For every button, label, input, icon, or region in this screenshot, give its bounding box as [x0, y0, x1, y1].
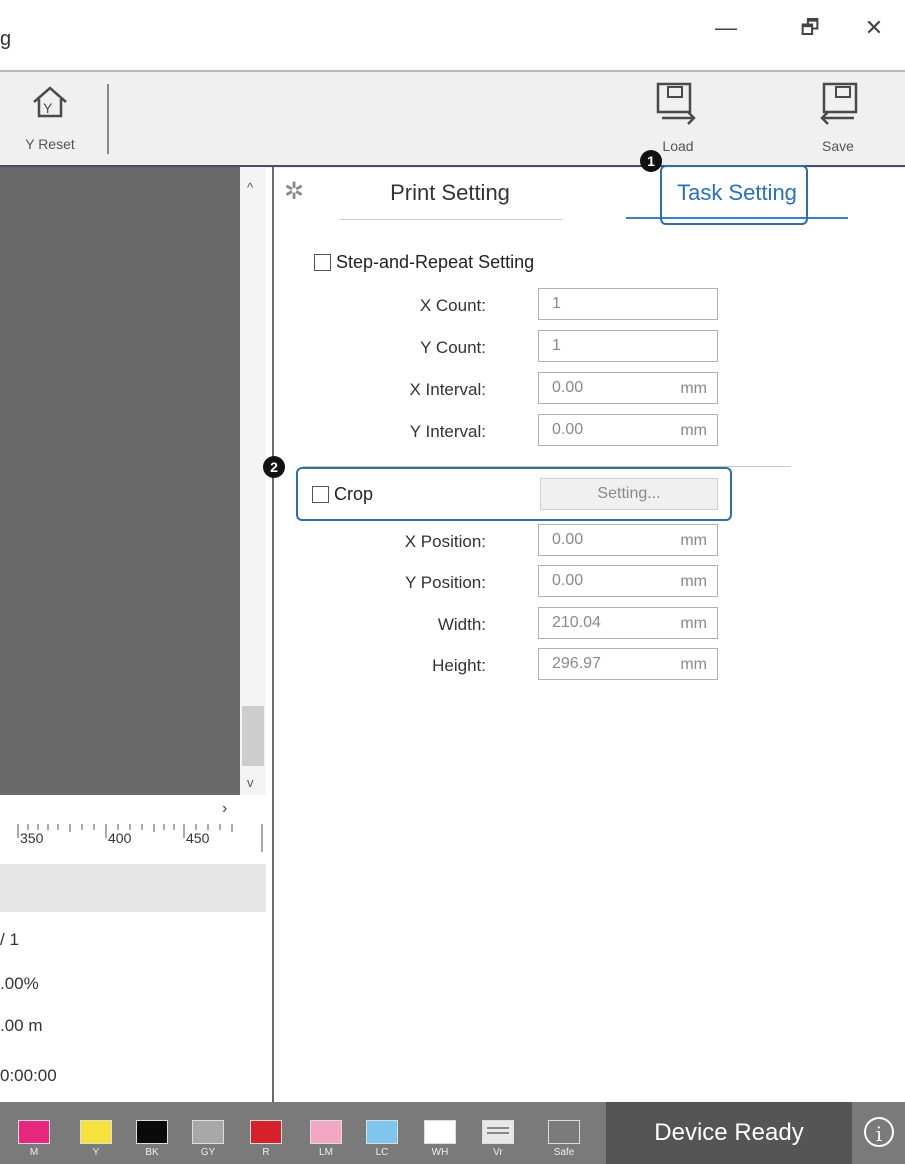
x-interval-label: X Interval: [409, 380, 486, 399]
ink-label-gy: GY [200, 1147, 216, 1158]
x-count-label: X Count: [419, 296, 486, 315]
save-icon [820, 82, 858, 125]
toolbar-separator [107, 84, 109, 154]
ink-swatch-vr [482, 1120, 514, 1144]
unit-label: mm [680, 532, 707, 549]
title-bar [0, 0, 905, 70]
minimize-icon[interactable]: — [706, 10, 746, 46]
x-position-input[interactable]: 0.00 mm [538, 524, 718, 556]
y-count-label: Y Count: [420, 338, 486, 357]
width-value: 210.04 [552, 614, 601, 631]
ink-swatch-lm [310, 1120, 342, 1144]
height-value: 296.97 [552, 655, 601, 672]
height-label: Height: [432, 656, 486, 675]
ink-swatch-bk [136, 1120, 168, 1144]
ink-swatch-m [18, 1120, 50, 1144]
print-length: .00 m [0, 1016, 43, 1035]
width-input[interactable]: 210.04 mm [538, 607, 718, 639]
scroll-up-icon[interactable]: ^ [247, 180, 253, 195]
y-reset-label: Y Reset [25, 136, 75, 152]
toolbar [0, 70, 905, 168]
y-position-value: 0.00 [552, 572, 584, 589]
ink-label-lm: LM [319, 1147, 333, 1158]
x-position-value: 0.00 [552, 531, 584, 548]
device-status: Device Ready [606, 1102, 852, 1164]
ink-label-r: R [262, 1147, 270, 1158]
print-preview-area [0, 167, 240, 795]
svg-text:Y: Y [43, 100, 53, 116]
ink-label-m: M [29, 1147, 39, 1158]
y-position-input[interactable]: 0.00 mm [538, 565, 718, 597]
y-count-value: 1 [552, 337, 561, 354]
height-input[interactable]: 296.97 mm [538, 648, 718, 680]
unit-label: mm [680, 380, 707, 397]
ruler-tick-label: 400 [108, 830, 132, 846]
tab-print-underline [340, 219, 562, 220]
unit-label: mm [680, 422, 707, 439]
width-label: Width: [437, 615, 486, 634]
scrollbar-thumb[interactable] [242, 706, 264, 766]
home-reset-icon: Y [33, 86, 67, 118]
scroll-down-icon[interactable]: v [247, 775, 254, 790]
ink-label-y: Y [92, 1147, 100, 1158]
window-title: g [0, 28, 12, 50]
unit-label: mm [680, 656, 707, 673]
gear-icon[interactable]: ✲ [284, 177, 304, 206]
callout-marker: 1 [640, 150, 662, 172]
load-label: Load [662, 138, 694, 154]
y-interval-label: Y Interval: [409, 422, 486, 441]
load-icon [656, 82, 696, 125]
unit-label: mm [680, 615, 707, 632]
ruler-tick-label: 450 [186, 830, 210, 846]
ink-swatch-r [250, 1120, 282, 1144]
y-count-input[interactable]: 1 [538, 330, 718, 362]
y-interval-value: 0.00 [552, 421, 584, 438]
ink-label-safe: Safe [553, 1147, 575, 1158]
ink-swatch-gy [192, 1120, 224, 1144]
ink-label-vr: Vr [493, 1147, 503, 1158]
ink-swatch-wh [424, 1120, 456, 1144]
x-count-input[interactable]: 1 [538, 288, 718, 320]
close-icon[interactable]: ✕ [854, 10, 894, 46]
scroll-right-icon[interactable]: › [222, 800, 227, 818]
y-interval-input[interactable]: 0.00 mm [538, 414, 718, 446]
ruler-tick-label: 350 [20, 830, 44, 846]
save-label: Save [822, 138, 854, 154]
ink-label-lc: LC [375, 1147, 389, 1158]
restore-icon[interactable]: 🗗 [790, 10, 830, 46]
step-repeat-label: Step-and-Repeat Setting [336, 252, 535, 272]
preview-status-bar [0, 864, 266, 912]
ink-swatch-y [80, 1120, 112, 1144]
x-position-label: X Position: [404, 532, 486, 551]
x-interval-value: 0.00 [552, 379, 584, 396]
x-count-value: 1 [552, 295, 561, 312]
ink-swatch-lc [366, 1120, 398, 1144]
print-time: 0:00:00 [0, 1066, 57, 1085]
ink-label-wh: WH [431, 1147, 449, 1158]
unit-label: mm [680, 573, 707, 590]
step-repeat-checkbox[interactable] [314, 254, 331, 271]
vertical-scrollbar[interactable] [240, 167, 266, 795]
ink-label-bk: BK [145, 1147, 159, 1158]
tab-print-setting[interactable]: Print Setting [340, 180, 560, 220]
ink-swatch-safe [548, 1120, 580, 1144]
page-info: / 1 [0, 930, 19, 949]
callout-box-crop [296, 467, 732, 521]
callout-box-task-setting [660, 165, 808, 225]
callout-marker: 2 [263, 456, 285, 478]
x-interval-input[interactable]: 0.00 mm [538, 372, 718, 404]
progress-percent: .00% [0, 974, 39, 993]
info-icon[interactable]: i [864, 1117, 894, 1147]
y-position-label: Y Position: [405, 573, 486, 592]
